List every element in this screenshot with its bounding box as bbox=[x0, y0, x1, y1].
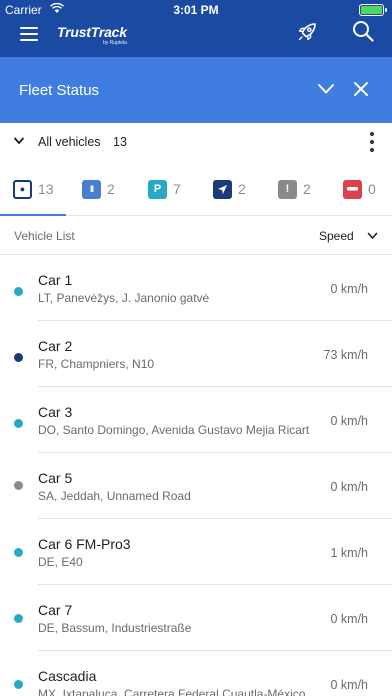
vehicle-address: DE, Bassum, Industriestraße bbox=[38, 621, 192, 635]
status-filter-tabs: ● 13 II 2 P 7 2 ! 2 0 bbox=[0, 164, 392, 216]
close-button[interactable] bbox=[353, 81, 369, 97]
status-bar: Carrier 3:01 PM bbox=[0, 0, 392, 20]
vehicle-list-header: Vehicle List Speed bbox=[0, 217, 392, 255]
menu-button[interactable] bbox=[20, 26, 38, 44]
tab-all[interactable]: ● 13 bbox=[13, 178, 54, 200]
vehicle-speed: 0 km/h bbox=[330, 414, 368, 428]
logo-subtitle: by Ruptela bbox=[102, 40, 127, 46]
vehicle-group-count: 13 bbox=[113, 135, 127, 149]
vehicle-speed: 0 km/h bbox=[330, 678, 368, 692]
sort-selector[interactable]: Speed bbox=[319, 229, 354, 243]
all-status-icon: ● bbox=[13, 179, 32, 199]
list-item[interactable]: Cascadia MX, Ixtapaluca, Carretera Feder… bbox=[0, 651, 392, 696]
active-tab-indicator bbox=[0, 214, 66, 216]
app-header: TrustTrack by Ruptela bbox=[0, 20, 392, 57]
vehicle-list-title: Vehicle List bbox=[14, 229, 75, 243]
clock: 3:01 PM bbox=[173, 3, 219, 17]
tab-count: 2 bbox=[238, 181, 246, 197]
vehicle-address: FR, Champniers, N10 bbox=[38, 357, 155, 371]
pause-icon: II bbox=[82, 179, 101, 199]
vehicle-name: Car 6 FM-Pro3 bbox=[38, 536, 131, 552]
blocked-icon bbox=[343, 179, 362, 199]
status-dot bbox=[14, 680, 23, 689]
battery-icon bbox=[359, 4, 387, 16]
status-dot bbox=[14, 353, 23, 362]
status-dot bbox=[14, 287, 23, 296]
search-button[interactable] bbox=[352, 20, 374, 42]
vehicle-speed: 0 km/h bbox=[330, 480, 368, 494]
vehicle-address: MX, Ixtapaluca, Carretera Federal Cuautl… bbox=[38, 687, 306, 696]
vehicle-name: Cascadia bbox=[38, 668, 97, 684]
tab-alert[interactable]: ! 2 bbox=[278, 178, 311, 200]
tab-count: 2 bbox=[107, 181, 115, 197]
collapse-button[interactable] bbox=[317, 82, 335, 96]
vehicle-speed: 0 km/h bbox=[330, 282, 368, 296]
vehicle-address: LT, Panevėžys, J. Janonio gatvė bbox=[38, 291, 210, 305]
list-item[interactable]: Car 5 SA, Jeddah, Unnamed Road 0 km/h bbox=[0, 453, 392, 519]
status-dot bbox=[14, 419, 23, 428]
vehicle-name: Car 2 bbox=[38, 338, 73, 354]
tab-moving[interactable]: 2 bbox=[213, 178, 246, 200]
app-logo: TrustTrack by Ruptela bbox=[57, 24, 127, 46]
status-dot bbox=[14, 481, 23, 490]
status-dot bbox=[14, 548, 23, 557]
list-item[interactable]: Car 1 LT, Panevėžys, J. Janonio gatvė 0 … bbox=[0, 255, 392, 321]
tab-count: 13 bbox=[38, 181, 54, 197]
tab-paused[interactable]: II 2 bbox=[82, 178, 115, 200]
chevron-down-icon bbox=[14, 137, 24, 144]
vehicle-speed: 1 km/h bbox=[330, 546, 368, 560]
vehicle-address: SA, Jeddah, Unnamed Road bbox=[38, 489, 191, 503]
tab-count: 0 bbox=[368, 181, 376, 197]
close-icon bbox=[354, 82, 368, 96]
list-item[interactable]: Car 7 DE, Bassum, Industriestraße 0 km/h bbox=[0, 585, 392, 651]
status-dot bbox=[14, 614, 23, 623]
vehicle-name: Car 5 bbox=[38, 470, 73, 486]
chevron-down-icon[interactable] bbox=[367, 232, 378, 240]
vehicle-address: DO, Santo Domingo, Avenida Gustavo Mejia… bbox=[38, 423, 310, 437]
rocket-button[interactable] bbox=[296, 21, 318, 43]
tab-parked[interactable]: P 7 bbox=[148, 178, 181, 200]
vehicle-list: Car 1 LT, Panevėžys, J. Janonio gatvė 0 … bbox=[0, 255, 392, 696]
tab-blocked[interactable]: 0 bbox=[343, 178, 376, 200]
search-icon bbox=[353, 21, 374, 42]
vehicle-group-label: All vehicles bbox=[38, 135, 101, 149]
vehicle-name: Car 3 bbox=[38, 404, 73, 420]
vehicle-address: DE, E40 bbox=[38, 555, 83, 569]
tab-count: 2 bbox=[303, 181, 311, 197]
vehicle-speed: 0 km/h bbox=[330, 612, 368, 626]
chevron-down-icon bbox=[318, 84, 334, 94]
list-item[interactable]: Car 3 DO, Santo Domingo, Avenida Gustavo… bbox=[0, 387, 392, 453]
logo-name: TrustTrack bbox=[57, 24, 127, 40]
tab-count: 7 bbox=[173, 181, 181, 197]
rocket-icon bbox=[298, 23, 316, 41]
vehicle-name: Car 7 bbox=[38, 602, 73, 618]
vehicle-group-filter[interactable]: All vehicles 13 bbox=[0, 123, 392, 161]
vehicle-name: Car 1 bbox=[38, 272, 73, 288]
alert-icon: ! bbox=[278, 179, 297, 199]
vehicle-speed: 73 km/h bbox=[323, 348, 368, 362]
fleet-status-title: Fleet Status bbox=[19, 82, 100, 99]
list-item[interactable]: Car 2 FR, Champniers, N10 73 km/h bbox=[0, 321, 392, 387]
parking-icon: P bbox=[148, 179, 167, 199]
list-item[interactable]: Car 6 FM-Pro3 DE, E40 1 km/h bbox=[0, 519, 392, 585]
fleet-status-header: Fleet Status bbox=[0, 57, 392, 123]
navigation-arrow-icon bbox=[213, 179, 232, 199]
more-options-button[interactable] bbox=[364, 131, 380, 153]
